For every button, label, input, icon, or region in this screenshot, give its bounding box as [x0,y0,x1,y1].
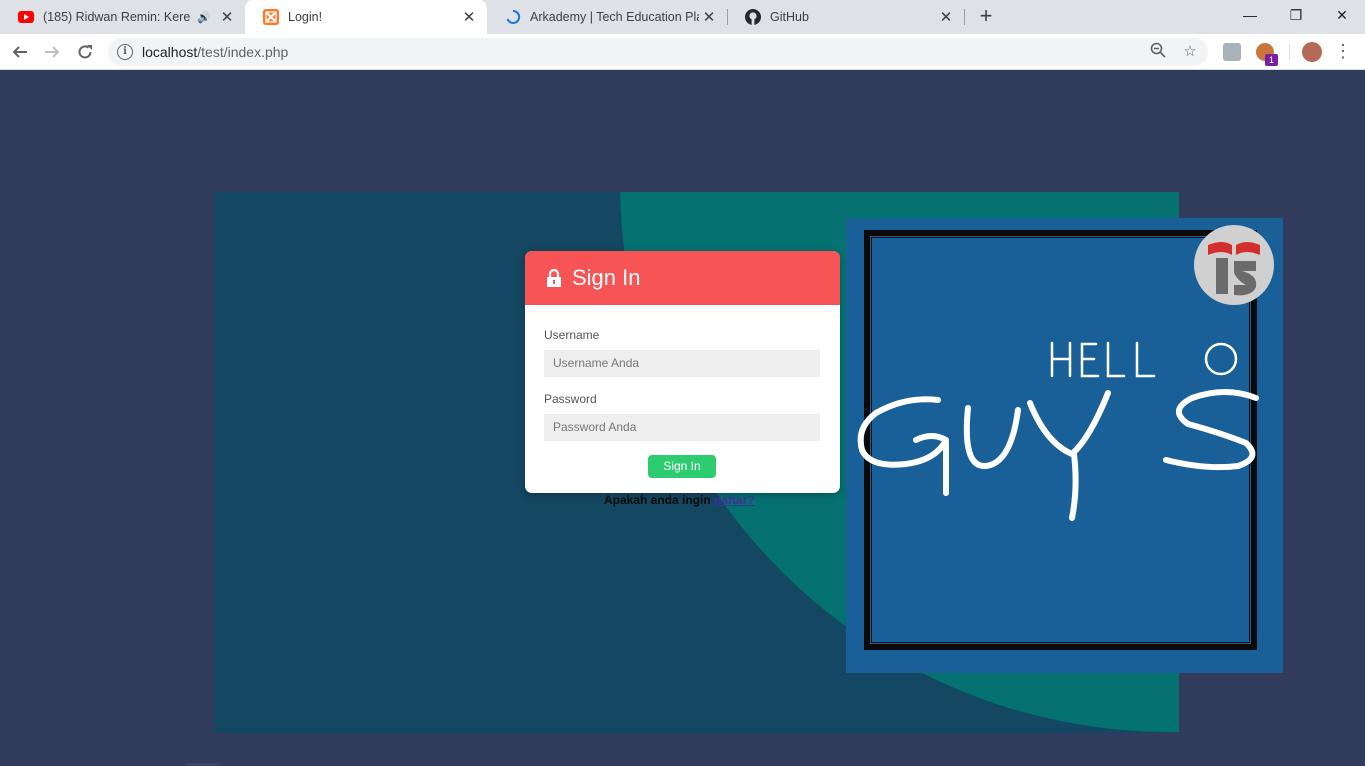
hello-guys-lettering [857,341,1259,521]
new-tab-button[interactable]: + [975,3,997,29]
address-bar[interactable]: i localhost/test/index.php ☆ [108,38,1208,66]
minimize-button[interactable]: — [1227,0,1273,30]
register-link[interactable]: daftar? [714,493,755,507]
tab-youtube[interactable]: (185) Ridwan Remin: Kerenny 🔊 ✕ [0,0,245,34]
login-card: Sign In Username Password Sign In [525,251,840,493]
password-input[interactable] [544,414,820,441]
register-prompt-text: Apakah anda ingin [604,493,711,507]
close-tab-icon[interactable]: ✕ [936,8,956,26]
tab-title: GitHub [770,10,809,24]
github-icon [745,9,761,25]
browser-tabstrip: (185) Ridwan Remin: Kerenny 🔊 ✕ Login! ✕… [0,0,1365,34]
username-label: Username [544,328,600,342]
close-window-button[interactable]: ✕ [1319,0,1365,30]
close-tab-icon[interactable]: ✕ [217,8,237,26]
tab-separator [964,9,965,25]
register-prompt: Apakah anda ingin daftar? [604,493,755,507]
youtube-icon [18,9,34,25]
lock-icon [546,268,562,287]
restore-button[interactable]: ❐ [1273,0,1319,30]
tab-login[interactable]: Login! ✕ [245,0,487,34]
xampp-icon [263,9,279,25]
tab-github[interactable]: GitHub ✕ [727,0,964,34]
browser-toolbar: i localhost/test/index.php ☆ 1 ⋮ [0,34,1365,70]
login-card-header: Sign In [525,251,840,305]
sign-in-button[interactable]: Sign In [648,455,716,478]
site-info-icon[interactable]: i [117,44,133,60]
close-tab-icon[interactable]: ✕ [459,8,479,26]
forward-button[interactable] [39,39,65,65]
close-tab-icon[interactable]: ✕ [699,8,719,26]
password-label: Password [544,392,597,406]
hello-guys-image [846,218,1283,673]
tab-title: (185) Ridwan Remin: Kerenny [43,10,191,24]
loading-spinner-icon [505,9,521,25]
toolbar-separator [1289,44,1290,60]
tab-arkademy[interactable]: Arkademy | Tech Education Platfo ✕ [487,0,727,34]
chrome-menu-icon[interactable]: ⋮ [1330,39,1356,65]
page-viewport: Sign In Username Password Sign In Apakah… [0,70,1365,766]
url-text[interactable]: localhost/test/index.php [142,44,288,60]
tab-title: Login! [288,10,323,24]
profile-extension-icon[interactable] [1223,43,1241,61]
back-button[interactable] [7,39,33,65]
tab-title: Arkademy | Tech Education Platfo [530,10,699,24]
reload-button[interactable] [72,39,98,65]
extension-badge: 1 [1265,54,1278,66]
login-title: Sign In [572,265,641,290]
zoom-icon[interactable] [1148,42,1168,62]
speaker-icon[interactable]: 🔊 [197,11,211,24]
username-input[interactable] [544,350,820,377]
bookmark-star-icon[interactable]: ☆ [1180,42,1200,62]
user-avatar[interactable] [1302,42,1322,62]
